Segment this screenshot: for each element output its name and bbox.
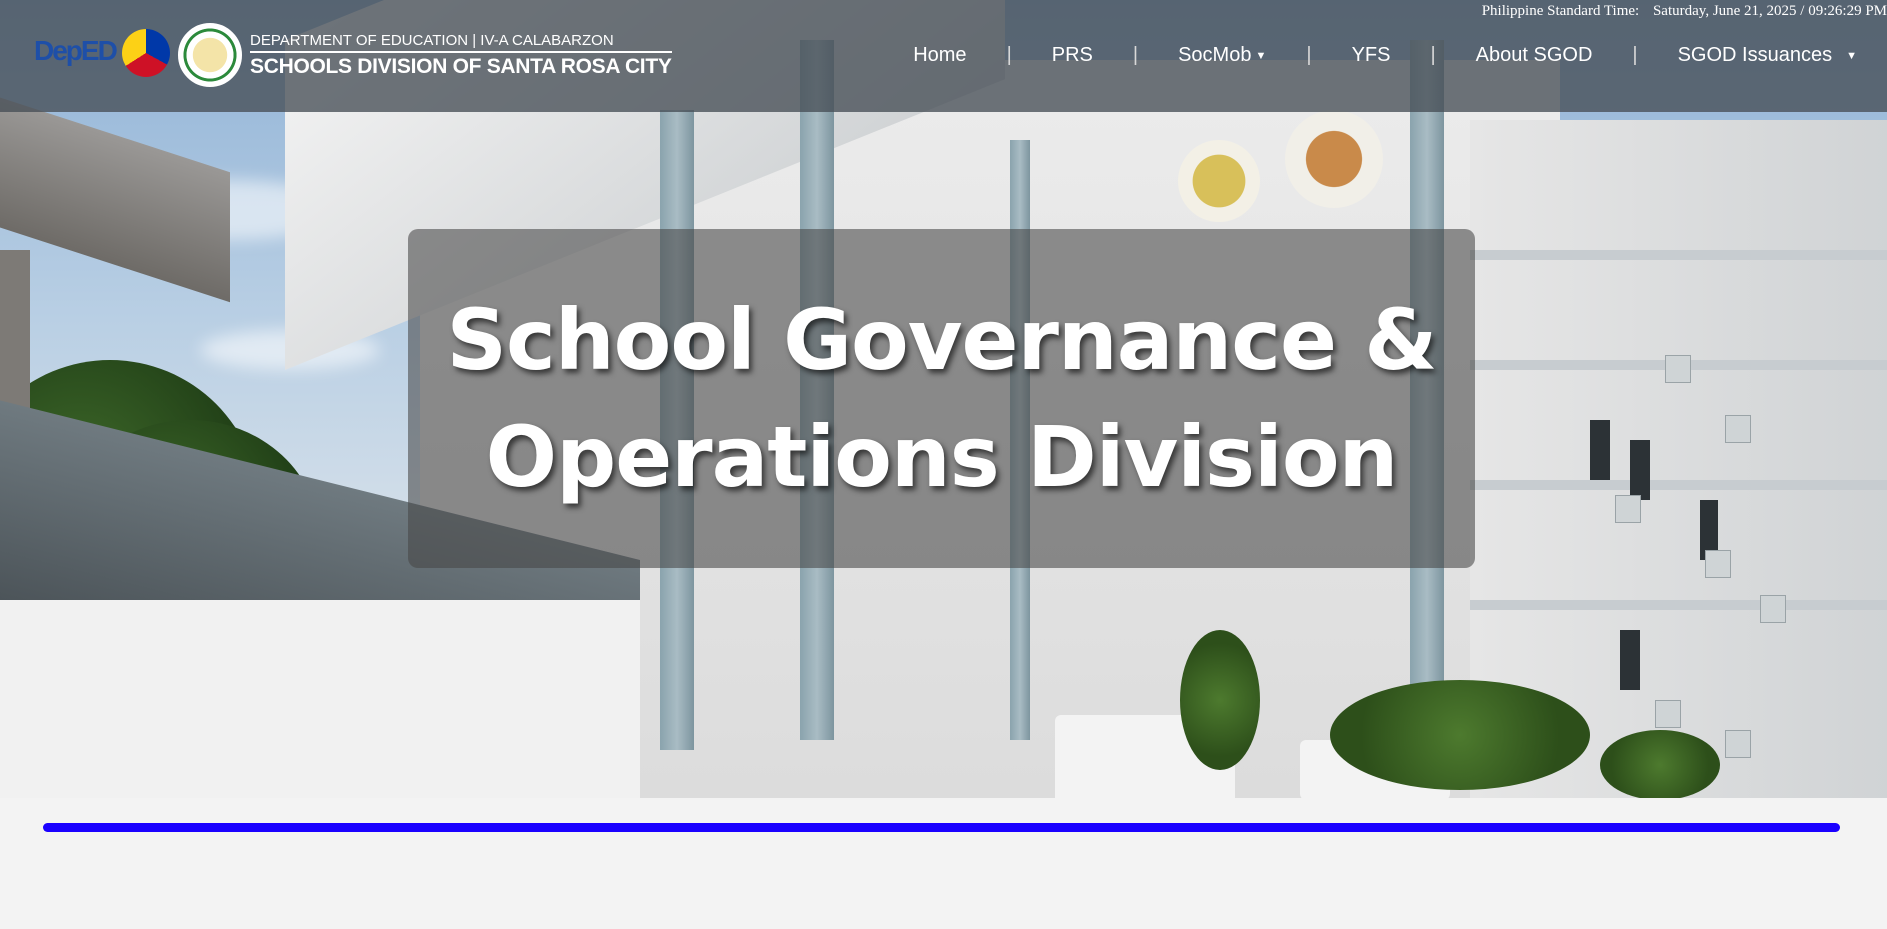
philippine-standard-time: Philippine Standard Time: Saturday, June… (1472, 3, 1887, 20)
main-nav: Home | PRS | SocMob ▼ | YFS | About SGOD… (913, 44, 1857, 67)
nav-home-label: Home (913, 44, 967, 66)
hero-title-line2: Operations Division (485, 407, 1399, 506)
nav-separator: | (1132, 44, 1139, 66)
hero-title: School Governance & Operations Division (446, 282, 1438, 516)
brand-text: DEPARTMENT OF EDUCATION | IV-A CALABARZO… (250, 32, 672, 79)
nav-separator: | (1632, 44, 1638, 66)
brand-bottom-line: SCHOOLS DIVISION OF SANTA ROSA CITY (250, 54, 672, 78)
nav-separator: | (1306, 44, 1312, 66)
clock-value: Saturday, June 21, 2025 / 09:26:29 PM (1652, 3, 1887, 19)
nav-prs-label: PRS (1051, 44, 1093, 66)
section-divider (43, 823, 1840, 832)
nav-sgod-issuances-label: SGOD Issuances (1677, 44, 1833, 66)
nav-yfs-label: YFS (1351, 44, 1391, 66)
site-logo-link[interactable]: DepED DEPARTMENT OF EDUCATION | IV-A CAL… (34, 22, 672, 88)
nav-about-sgod-label: About SGOD (1475, 44, 1593, 66)
deped-logo-text: DepED (34, 35, 118, 66)
caret-down-icon: ▼ (1846, 49, 1857, 62)
clock-label: Philippine Standard Time: (1481, 3, 1640, 19)
nav-socmob-label: SocMob (1178, 44, 1252, 66)
hero-title-panel: School Governance & Operations Division (408, 229, 1475, 568)
nav-yfs[interactable]: YFS (1352, 44, 1391, 67)
site-header: Philippine Standard Time: Saturday, June… (0, 0, 1887, 112)
nav-separator: | (1006, 44, 1012, 66)
caret-down-icon: ▼ (1255, 49, 1267, 62)
nav-sgod-issuances[interactable]: SGOD Issuances ▼ (1678, 44, 1857, 67)
bagong-pilipinas-logo (122, 29, 170, 77)
nav-home[interactable]: Home (913, 44, 966, 67)
nav-separator: | (1430, 44, 1436, 66)
nav-prs[interactable]: PRS (1052, 44, 1093, 67)
division-seal-icon (178, 23, 242, 87)
nav-about-sgod[interactable]: About SGOD (1476, 44, 1593, 67)
deped-logo: DepED (34, 25, 174, 85)
brand-top-line: DEPARTMENT OF EDUCATION | IV-A CALABARZO… (250, 32, 672, 53)
hero-title-line1: School Governance & (446, 290, 1438, 389)
nav-socmob[interactable]: SocMob ▼ (1178, 44, 1266, 67)
